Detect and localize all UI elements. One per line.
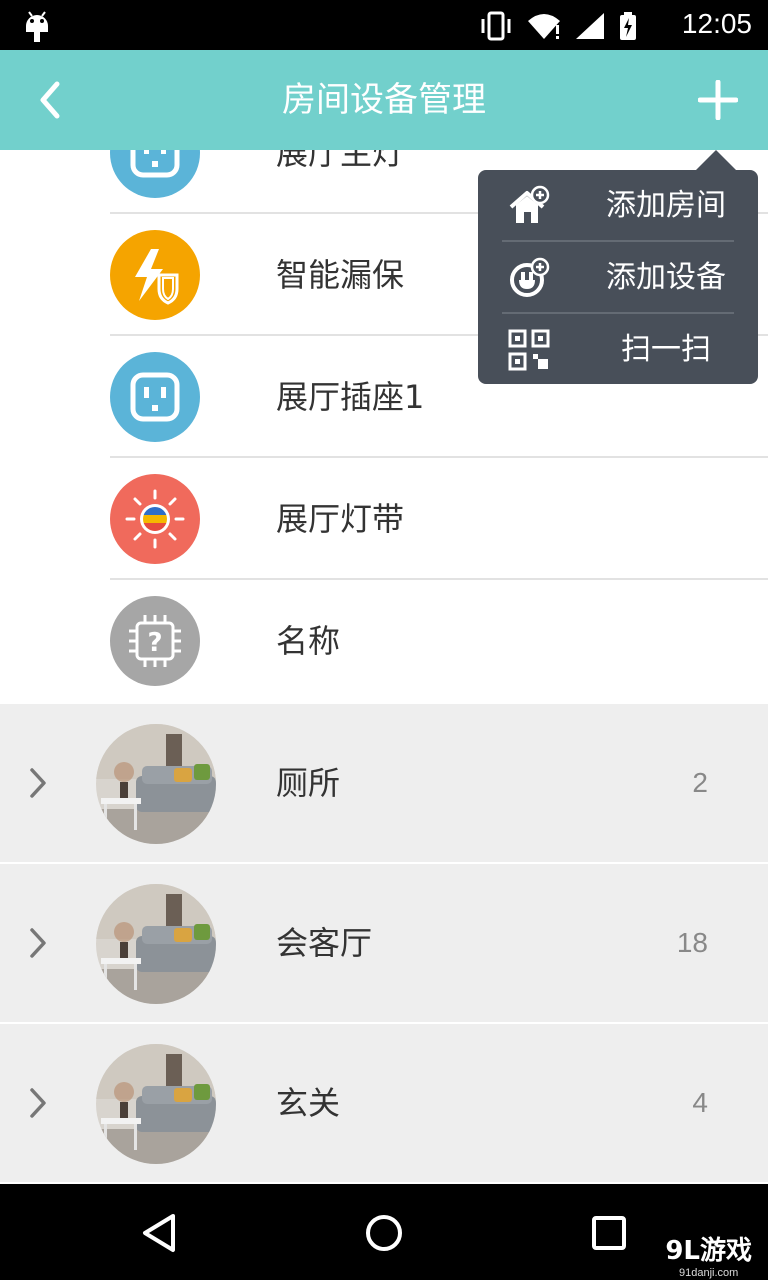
watermark-logo: 9L游戏 91danji.com — [665, 1230, 752, 1279]
qr-scan-icon — [508, 329, 550, 371]
room-photo — [96, 1044, 216, 1164]
status-bar: 12:05 — [0, 0, 768, 50]
expand-chevron-icon[interactable] — [22, 1081, 54, 1125]
room-row-living-room[interactable]: 会客厅 18 — [0, 864, 768, 1022]
page-title: 房间设备管理 — [282, 80, 486, 120]
android-debug-icon — [26, 11, 48, 42]
add-room-icon — [509, 185, 550, 223]
menu-item-scan[interactable]: 扫一扫 — [478, 314, 758, 385]
menu-item-label: 添加设备 — [606, 260, 726, 295]
expand-chevron-icon[interactable] — [22, 921, 54, 965]
device-count: 2 — [692, 767, 708, 798]
wifi-icon — [528, 14, 560, 39]
room-name: 会客厅 — [276, 924, 373, 962]
system-navigation-bar — [0, 1184, 768, 1280]
room-row-entrance[interactable]: 玄关 4 — [0, 1024, 768, 1182]
menu-item-label: 扫一扫 — [621, 332, 711, 367]
watermark-text: 9L游戏 — [665, 1236, 752, 1266]
add-button[interactable] — [690, 72, 746, 128]
device-name: 展厅插座1 — [276, 378, 425, 416]
menu-item-add-device[interactable]: 添加设备 — [478, 242, 758, 313]
device-name: 展厅灯带 — [276, 500, 405, 538]
room-name: 玄关 — [276, 1084, 341, 1122]
socket-icon — [110, 150, 200, 198]
light-strip-icon — [110, 474, 200, 564]
device-name: 展厅主灯 — [276, 150, 405, 172]
expand-chevron-icon[interactable] — [22, 761, 54, 805]
device-count: 4 — [692, 1087, 708, 1118]
signal-icon — [576, 13, 604, 39]
watermark-url: 91danji.com — [679, 1267, 739, 1279]
room-photo — [96, 884, 216, 1004]
room-name: 厕所 — [276, 764, 341, 802]
plus-icon — [698, 80, 738, 120]
device-name: 名称 — [276, 622, 341, 660]
popup-arrow — [696, 150, 736, 170]
menu-item-label: 添加房间 — [606, 188, 726, 223]
room-row-toilet[interactable]: 厕所 2 — [0, 704, 768, 862]
device-row-unnamed[interactable]: ? 名称 — [0, 580, 768, 702]
home-circle-icon — [366, 1215, 402, 1251]
add-device-icon — [510, 257, 550, 297]
room-photo — [96, 724, 216, 844]
unknown-chip-icon: ? — [110, 596, 200, 686]
socket-icon — [110, 352, 200, 442]
device-row-light-strip[interactable]: 展厅灯带 — [0, 458, 768, 580]
nav-home-button[interactable] — [359, 1208, 409, 1258]
nav-recents-button[interactable] — [584, 1208, 634, 1258]
battery-charging-icon — [620, 12, 636, 40]
nav-back-button[interactable] — [134, 1208, 184, 1258]
svg-text:?: ? — [147, 628, 162, 658]
device-count: 18 — [676, 927, 708, 958]
leakage-protector-icon — [110, 230, 200, 320]
vibrate-icon — [481, 11, 511, 41]
menu-item-add-room[interactable]: 添加房间 — [478, 170, 758, 241]
status-time: 12:05 — [681, 8, 752, 39]
system-icons — [478, 10, 638, 42]
device-name: 智能漏保 — [276, 256, 405, 294]
recents-square-icon — [592, 1216, 626, 1250]
app-bar: 房间设备管理 — [0, 50, 768, 150]
back-triangle-icon — [143, 1214, 175, 1252]
add-popup-menu: 添加房间 添加设备 扫一扫 — [478, 150, 758, 385]
